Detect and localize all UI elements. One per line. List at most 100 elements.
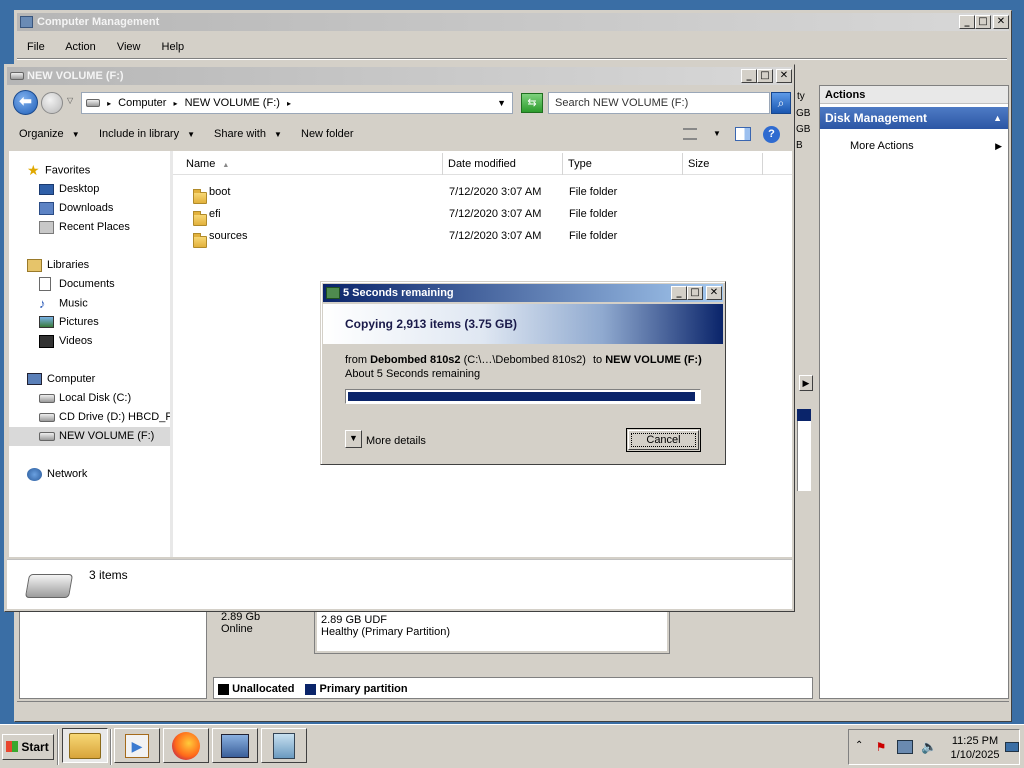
breadcrumb-volume[interactable]: NEW VOLUME (F:): [185, 97, 280, 109]
breadcrumb-sep-icon[interactable]: ▸: [287, 99, 291, 108]
preview-pane-icon[interactable]: [735, 127, 751, 141]
network-tray-icon[interactable]: [897, 740, 913, 754]
file-row[interactable]: efi 7/12/2020 3:07 AM File folder: [173, 203, 793, 227]
taskbar-computer-management-button[interactable]: [212, 728, 258, 763]
menu-help[interactable]: Help: [162, 41, 185, 53]
disk-management-header[interactable]: Disk Management ▲: [820, 107, 1008, 129]
nav-downloads[interactable]: Downloads: [39, 199, 113, 218]
nav-music[interactable]: ♪ Music: [39, 294, 88, 313]
column-type[interactable]: Type: [563, 153, 683, 175]
volume-block[interactable]: 2.89 GB UDF Healthy (Primary Partition): [314, 608, 670, 654]
explorer-minimize-button[interactable]: _: [741, 69, 757, 83]
column-size[interactable]: Size: [683, 153, 763, 175]
address-row: ⬅ ▽ ▸ Computer ▸ NEW VOLUME (F:) ▸ ▼ ⇆ S…: [7, 87, 792, 119]
view-options-icon[interactable]: [683, 128, 697, 140]
nav-libraries[interactable]: Libraries: [27, 256, 89, 275]
new-folder-button[interactable]: New folder: [301, 121, 354, 147]
cm-selected-disk-strip: [797, 409, 811, 421]
nav-videos[interactable]: Videos: [39, 332, 92, 351]
copy-title-bar[interactable]: 5 Seconds remaining _ □ ✕: [323, 284, 723, 302]
nav-downloads-label: Downloads: [59, 202, 114, 214]
nav-recent-places[interactable]: Recent Places: [39, 218, 130, 237]
search-button[interactable]: ⌕: [771, 92, 791, 114]
more-details-label[interactable]: More details: [366, 435, 426, 447]
back-button[interactable]: ⬅: [13, 90, 38, 115]
nav-pictures[interactable]: Pictures: [39, 313, 99, 332]
nav-desktop-label: Desktop: [59, 183, 100, 195]
column-headers: Name ▲ Date modified Type Size: [173, 153, 792, 175]
taskbar-firefox-button[interactable]: [163, 728, 209, 763]
copy-maximize-button[interactable]: □: [687, 286, 703, 300]
copy-minimize-button[interactable]: _: [671, 286, 687, 300]
file-row[interactable]: boot 7/12/2020 3:07 AM File folder: [173, 181, 793, 205]
nav-computer-label: Computer: [47, 373, 96, 385]
refresh-button[interactable]: ⇆: [521, 93, 543, 113]
history-dropdown-icon[interactable]: ▽: [67, 96, 73, 105]
organize-button[interactable]: Organize ▼: [19, 121, 80, 148]
nav-local-disk-label: Local Disk (C:): [59, 392, 132, 404]
collapse-icon[interactable]: ▲: [993, 107, 1002, 129]
nav-new-volume[interactable]: NEW VOLUME (F:): [9, 427, 170, 446]
more-details-toggle[interactable]: ▼: [345, 430, 362, 448]
media-player-icon: ▶: [125, 733, 149, 758]
menu-view[interactable]: View: [117, 41, 141, 53]
nav-computer[interactable]: Computer: [27, 370, 95, 389]
cm-title-bar[interactable]: Computer Management _ □ ✕: [17, 13, 1009, 31]
from-path[interactable]: (C:\…\Debombed 810s2): [464, 354, 586, 366]
item-count: 3 items: [89, 568, 128, 582]
explorer-close-button[interactable]: ✕: [776, 69, 792, 83]
menu-action[interactable]: Action: [65, 41, 96, 53]
nav-favorites[interactable]: ★ Favorites: [27, 161, 90, 180]
include-in-library-button[interactable]: Include in library ▼: [99, 121, 195, 148]
sort-up-icon: ▲: [222, 162, 230, 169]
disk-management-label: Disk Management: [825, 111, 928, 125]
column-date-modified[interactable]: Date modified: [443, 153, 563, 175]
file-type: File folder: [569, 186, 618, 198]
taskbar-media-button[interactable]: ▶: [114, 728, 160, 763]
cm-minimize-button[interactable]: _: [959, 15, 975, 29]
column-name[interactable]: Name ▲: [181, 153, 443, 175]
usb-drive-icon: [39, 431, 55, 441]
nav-documents[interactable]: Documents: [39, 275, 115, 294]
explorer-maximize-button[interactable]: □: [757, 69, 773, 83]
file-row[interactable]: sources 7/12/2020 3:07 AM File folder: [173, 225, 793, 249]
menu-file[interactable]: File: [27, 41, 45, 53]
share-with-button[interactable]: Share with ▼: [214, 121, 282, 148]
to-name[interactable]: NEW VOLUME (F:): [605, 354, 702, 366]
taskbar-copy-button[interactable]: [261, 728, 307, 763]
volume-muted-icon[interactable]: 🔈: [921, 739, 937, 755]
nav-local-disk[interactable]: Local Disk (C:): [39, 389, 131, 408]
nav-cd-drive[interactable]: CD Drive (D:) HBCD_P: [39, 408, 173, 427]
address-dropdown-icon[interactable]: ▼: [497, 93, 506, 113]
help-icon[interactable]: ?: [763, 126, 780, 143]
cancel-button[interactable]: Cancel: [626, 428, 701, 452]
disk-size: 2.89 Gb: [221, 611, 261, 623]
forward-button[interactable]: [41, 92, 63, 114]
nav-network[interactable]: Network: [27, 465, 87, 484]
nav-desktop[interactable]: Desktop: [39, 180, 99, 199]
dropdown-arrow-icon: ▼: [71, 130, 80, 139]
cm-close-button[interactable]: ✕: [993, 15, 1009, 29]
cm-disk-strip-panel: [797, 421, 811, 491]
actions-pane: Actions Disk Management ▲ More Actions ▶: [819, 85, 1009, 699]
action-center-flag-icon[interactable]: ⚑: [873, 740, 889, 756]
start-button[interactable]: Start: [2, 734, 54, 760]
tray-clock[interactable]: 11:25 PM 1/10/2025: [945, 734, 1005, 762]
nav-new-volume-label: NEW VOLUME (F:): [59, 430, 155, 442]
cm-scroll-right-button[interactable]: ▶: [799, 375, 813, 391]
show-desktop-icon[interactable]: [1005, 742, 1019, 752]
copy-close-button[interactable]: ✕: [706, 286, 722, 300]
view-dropdown-icon[interactable]: ▼: [713, 129, 721, 138]
show-hidden-icons-icon[interactable]: ⌃: [855, 740, 863, 751]
taskbar-explorer-button[interactable]: [62, 728, 108, 763]
breadcrumb-sep-icon[interactable]: ▸: [174, 99, 178, 108]
cm-maximize-button[interactable]: □: [975, 15, 991, 29]
more-actions-item[interactable]: More Actions ▶: [820, 136, 1008, 156]
address-bar[interactable]: ▸ Computer ▸ NEW VOLUME (F:) ▸ ▼: [81, 92, 513, 114]
breadcrumb-computer[interactable]: Computer: [118, 97, 166, 109]
expand-arrow-icon: ▼: [349, 433, 358, 443]
clock-time: 11:25 PM: [951, 735, 999, 747]
nav-recent-label: Recent Places: [59, 221, 130, 233]
explorer-title-bar[interactable]: NEW VOLUME (F:) _ □ ✕: [7, 67, 792, 85]
search-box[interactable]: Search NEW VOLUME (F:): [548, 92, 770, 114]
